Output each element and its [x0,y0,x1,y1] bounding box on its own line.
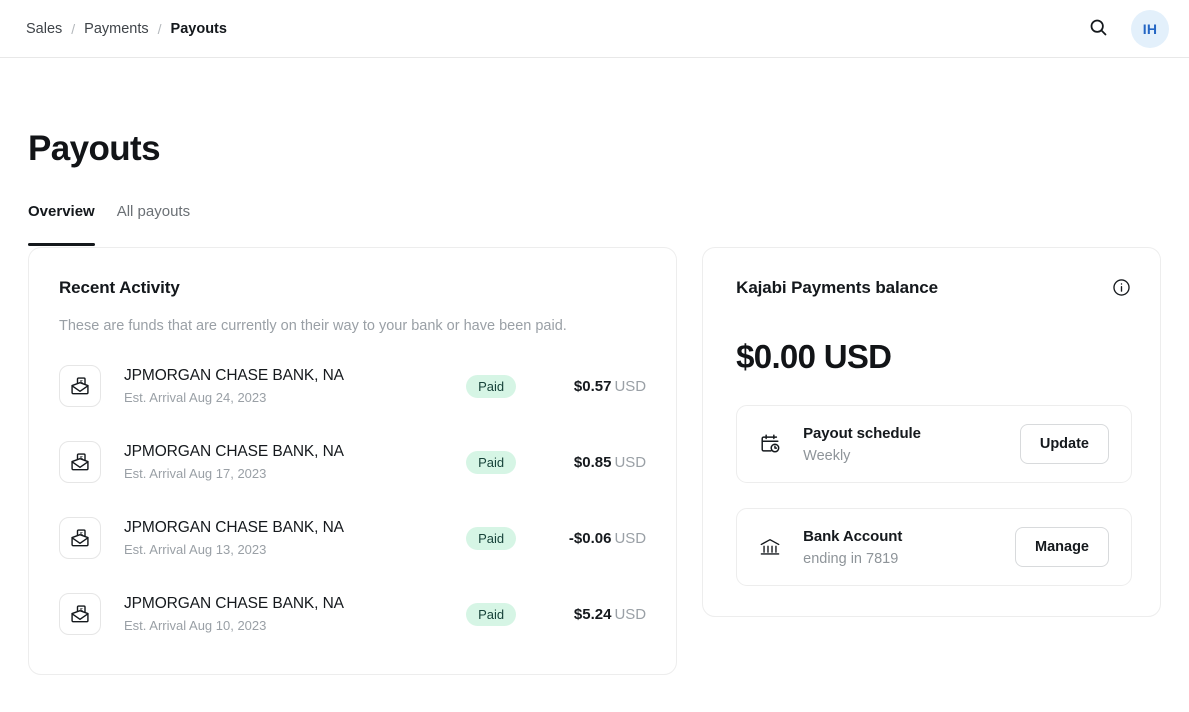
row-details: JPMORGAN CHASE BANK, NA Est. Arrival Aug… [124,595,466,633]
amount-cell: $0.85USD [538,454,646,471]
status-badge: Paid [466,375,516,398]
update-button[interactable]: Update [1020,424,1109,464]
envelope-money-icon: $ [59,517,101,559]
envelope-money-icon: $ [59,593,101,635]
amount-cell: $5.24USD [538,606,646,623]
amount-cell: -$0.06USD [538,530,646,547]
table-row[interactable]: $ JPMORGAN CHASE BANK, NA Est. Arrival A… [59,588,646,640]
status-badge: Paid [466,527,516,550]
tab-all-payouts[interactable]: All payouts [117,203,190,246]
page-title: Payouts [28,129,1161,169]
amount-cell: $0.57USD [538,378,646,395]
amount-value: $5.24 [574,606,612,623]
search-button[interactable] [1081,12,1115,46]
activity-list: $ JPMORGAN CHASE BANK, NA Est. Arrival A… [59,360,646,640]
breadcrumb-item-sales[interactable]: Sales [26,21,62,37]
recent-activity-column: Recent Activity These are funds that are… [28,247,677,675]
envelope-money-icon: $ [59,441,101,483]
calendar-clock-icon [757,433,783,455]
table-row[interactable]: $ JPMORGAN CHASE BANK, NA Est. Arrival A… [59,360,646,412]
amount-value: -$0.06 [569,530,612,547]
balance-header: Kajabi Payments balance [736,278,1132,300]
arrival-date: Est. Arrival Aug 24, 2023 [124,390,466,405]
recent-activity-description: These are funds that are currently on th… [59,318,646,334]
amount-currency: USD [614,378,646,395]
amount-currency: USD [614,530,646,547]
row-details: JPMORGAN CHASE BANK, NA Est. Arrival Aug… [124,519,466,557]
payout-schedule-value: Weekly [803,448,1020,464]
arrival-date: Est. Arrival Aug 10, 2023 [124,618,466,633]
bank-account-details: Bank Account ending in 7819 [803,528,1015,567]
bank-account-card: Bank Account ending in 7819 Manage [736,508,1132,586]
bank-name: JPMORGAN CHASE BANK, NA [124,367,466,385]
amount-value: $0.85 [574,454,612,471]
content-columns: Recent Activity These are funds that are… [28,247,1161,675]
breadcrumb-separator: / [158,21,162,37]
status-badge: Paid [466,603,516,626]
amount-value: $0.57 [574,378,612,395]
breadcrumb: Sales / Payments / Payouts [26,21,227,37]
table-row[interactable]: $ JPMORGAN CHASE BANK, NA Est. Arrival A… [59,512,646,564]
recent-activity-card: Recent Activity These are funds that are… [28,247,677,675]
arrival-date: Est. Arrival Aug 17, 2023 [124,466,466,481]
balance-info-button[interactable] [1110,278,1132,300]
amount-currency: USD [614,454,646,471]
search-icon [1088,17,1109,41]
tabs: Overview All payouts [28,203,1161,246]
top-bar: Sales / Payments / Payouts IH [0,0,1189,58]
top-bar-actions: IH [1081,10,1169,48]
balance-title: Kajabi Payments balance [736,278,938,298]
page-content: Payouts Overview All payouts Recent Acti… [0,129,1189,675]
bank-name: JPMORGAN CHASE BANK, NA [124,519,466,537]
table-row[interactable]: $ JPMORGAN CHASE BANK, NA Est. Arrival A… [59,436,646,488]
envelope-money-icon: $ [59,365,101,407]
row-details: JPMORGAN CHASE BANK, NA Est. Arrival Aug… [124,443,466,481]
row-details: JPMORGAN CHASE BANK, NA Est. Arrival Aug… [124,367,466,405]
balance-column: Kajabi Payments balance $0.00 USD [702,247,1161,675]
recent-activity-title: Recent Activity [59,278,646,298]
payout-schedule-card: Payout schedule Weekly Update [736,405,1132,483]
bank-icon [757,536,783,558]
bank-name: JPMORGAN CHASE BANK, NA [124,443,466,461]
breadcrumb-separator: / [71,21,75,37]
balance-amount: $0.00 USD [736,338,1132,376]
breadcrumb-item-payments[interactable]: Payments [84,21,148,37]
bank-name: JPMORGAN CHASE BANK, NA [124,595,466,613]
bank-account-value: ending in 7819 [803,551,1015,567]
tab-overview[interactable]: Overview [28,203,95,246]
status-badge: Paid [466,451,516,474]
arrival-date: Est. Arrival Aug 13, 2023 [124,542,466,557]
manage-button[interactable]: Manage [1015,527,1109,567]
payout-schedule-details: Payout schedule Weekly [803,425,1020,464]
info-circle-icon [1112,278,1131,300]
breadcrumb-item-payouts[interactable]: Payouts [171,21,227,37]
avatar[interactable]: IH [1131,10,1169,48]
balance-card: Kajabi Payments balance $0.00 USD [702,247,1161,617]
bank-account-title: Bank Account [803,528,1015,545]
amount-currency: USD [614,606,646,623]
payout-schedule-title: Payout schedule [803,425,1020,442]
